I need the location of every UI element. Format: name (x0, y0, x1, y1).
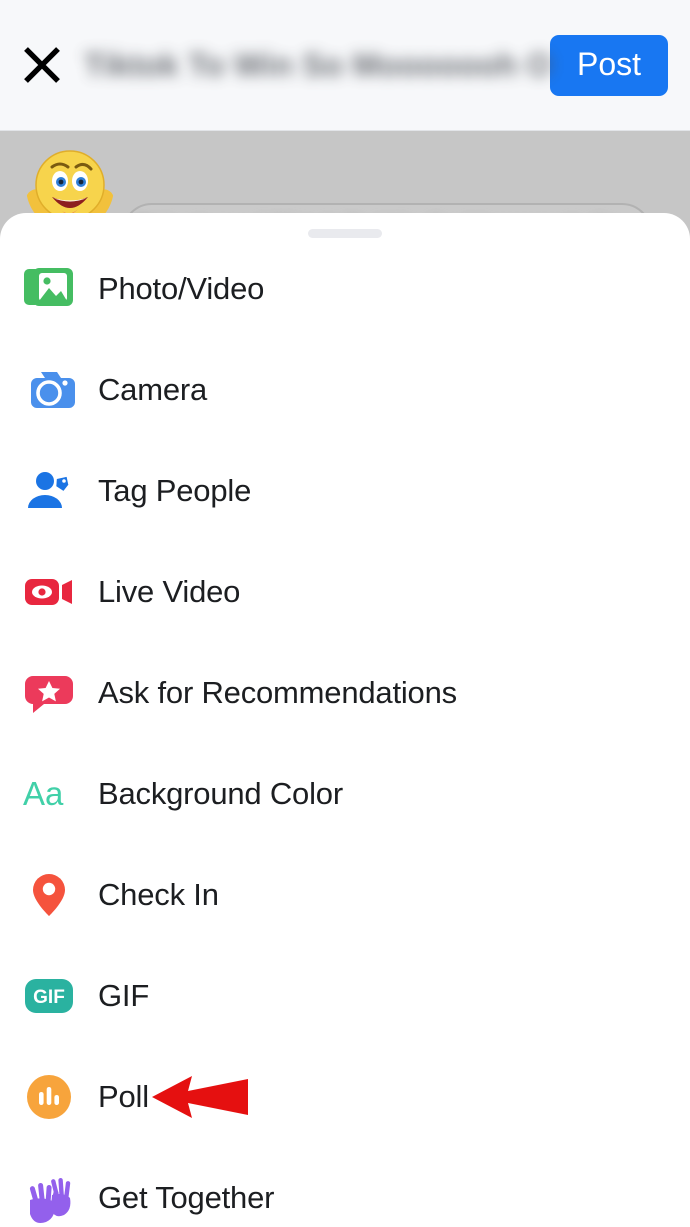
menu-item-label: Live Video (98, 573, 241, 609)
get-together-hands-icon (18, 1167, 80, 1227)
menu-item-background-color[interactable]: Aa Background Color (0, 743, 690, 844)
menu-item-camera[interactable]: Camera (0, 339, 690, 440)
poll-icon (18, 1066, 80, 1128)
post-button[interactable]: Post (549, 34, 668, 96)
menu-item-photo-video[interactable]: Photo/Video (0, 238, 690, 339)
background-color-icon: Aa (18, 763, 80, 825)
composer-title: Tiktok To Win So Mooooooh Or... (84, 46, 550, 83)
menu-item-tag-people[interactable]: Tag People (0, 440, 690, 541)
sheet-drag-handle[interactable] (308, 229, 382, 238)
svg-text:Aa: Aa (23, 775, 64, 812)
menu-item-gif[interactable]: GIF GIF (0, 945, 690, 1046)
menu-item-label: Check In (98, 876, 219, 912)
menu-item-poll[interactable]: Poll (0, 1046, 690, 1147)
add-to-post-sheet: Photo/Video Camera Tag People Live Video… (0, 213, 690, 1227)
menu-item-label: Ask for Recommendations (98, 674, 457, 710)
add-to-post-menu: Photo/Video Camera Tag People Live Video… (0, 238, 690, 1227)
live-video-icon (18, 561, 80, 623)
menu-item-live-video[interactable]: Live Video (0, 541, 690, 642)
check-in-pin-icon (18, 864, 80, 926)
camera-icon (18, 359, 80, 421)
menu-item-label: Photo/Video (98, 270, 265, 306)
menu-item-label: Get Together (98, 1179, 275, 1215)
photo-video-icon (18, 258, 80, 320)
svg-text:GIF: GIF (33, 987, 65, 1008)
menu-item-check-in[interactable]: Check In (0, 844, 690, 945)
composer-header: Tiktok To Win So Mooooooh Or... Post (0, 0, 690, 131)
menu-item-label: Camera (98, 371, 208, 407)
recommendations-icon (18, 662, 80, 724)
menu-item-ask-for-recommendations[interactable]: Ask for Recommendations (0, 642, 690, 743)
close-icon (21, 44, 63, 86)
menu-item-label: Poll (98, 1078, 149, 1114)
menu-item-label: Background Color (98, 775, 343, 811)
menu-item-get-together[interactable]: Get Together (0, 1147, 690, 1227)
menu-item-label: GIF (98, 977, 150, 1013)
menu-item-label: Tag People (98, 472, 252, 508)
facebook-create-post-screen: Tiktok To Win So Mooooooh Or... Post Pho… (0, 0, 690, 1227)
tag-people-icon (18, 460, 80, 522)
gif-icon: GIF (18, 965, 80, 1027)
close-button[interactable] (0, 0, 84, 131)
